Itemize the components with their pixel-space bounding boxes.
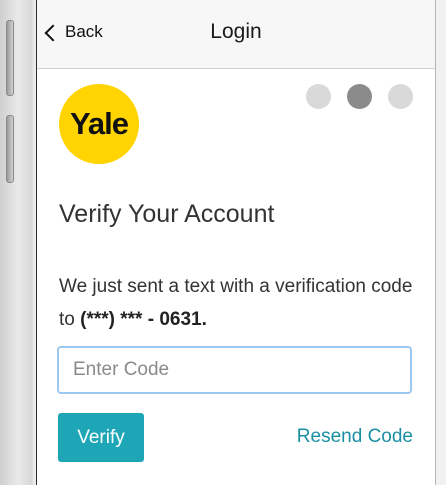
masked-phone-number: (***) *** - 0631.: [80, 309, 207, 330]
device-frame: Back Login Yale Verify Your Account We j…: [0, 0, 446, 485]
yale-logo: Yale: [59, 84, 139, 164]
progress-dot-2-active: [347, 84, 372, 109]
navigation-bar: Back Login: [37, 0, 435, 69]
side-button-volume: [6, 115, 14, 183]
phone-screen: Back Login Yale Verify Your Account We j…: [36, 0, 436, 485]
verification-message: We just sent a text with a verification …: [59, 270, 419, 336]
side-button-mute: [6, 20, 14, 96]
resend-code-link[interactable]: Resend Code: [297, 426, 413, 448]
page-title: Login: [210, 20, 262, 43]
progress-dot-1: [306, 84, 331, 109]
progress-dot-3: [388, 84, 413, 109]
code-input[interactable]: [57, 346, 412, 394]
verify-button[interactable]: Verify: [58, 413, 144, 462]
verify-heading: Verify Your Account: [59, 200, 275, 228]
progress-dots: [306, 84, 413, 109]
